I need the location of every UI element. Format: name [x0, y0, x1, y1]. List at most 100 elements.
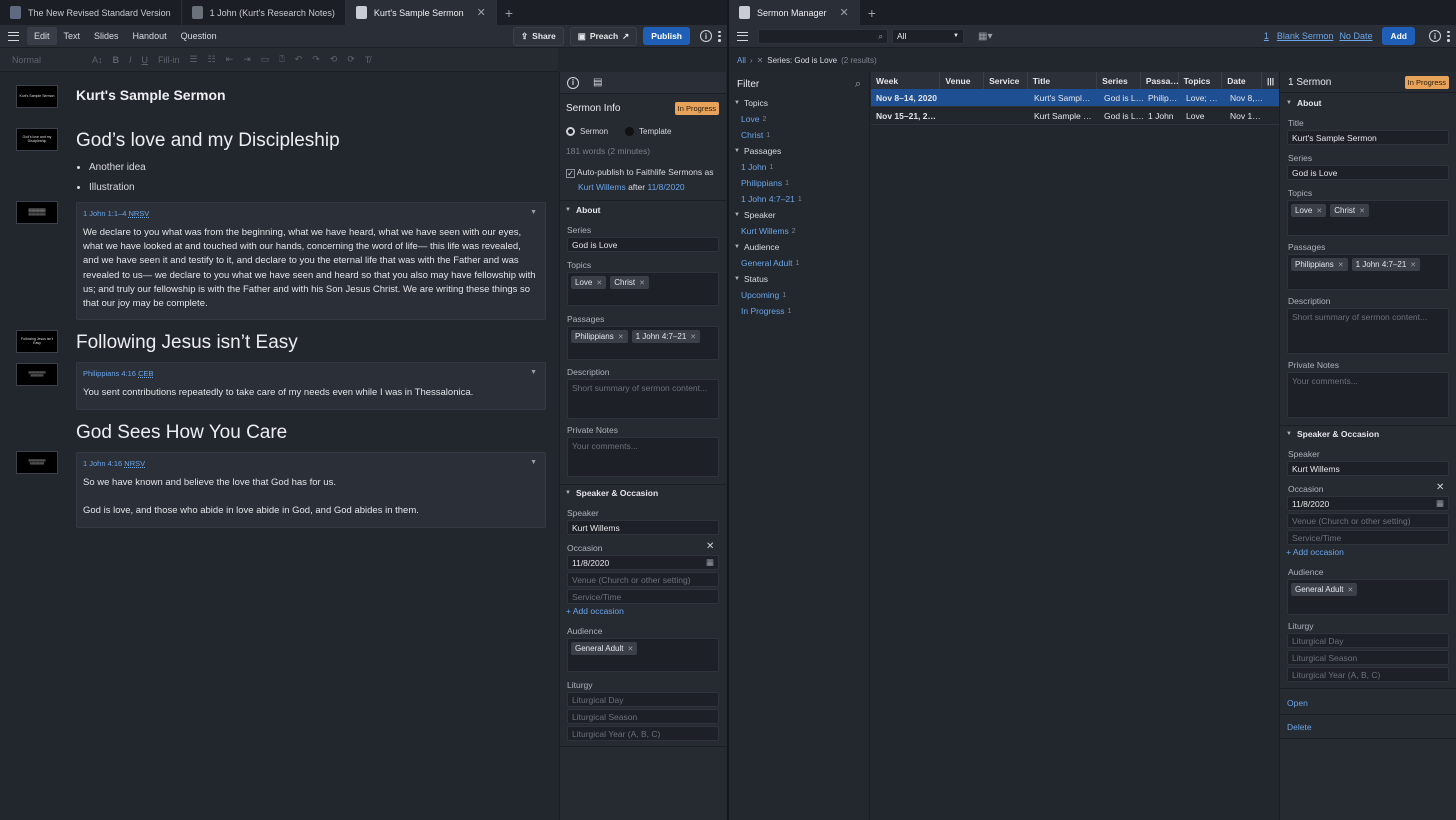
- search-input[interactable]: ⌕: [758, 28, 888, 44]
- venue-field[interactable]: Venue (Church or other setting): [1287, 513, 1449, 528]
- remove-icon[interactable]: ✕: [627, 645, 633, 653]
- breadcrumb-all[interactable]: All: [737, 56, 746, 65]
- filter-item[interactable]: Philippians 1: [729, 175, 869, 191]
- preach-button[interactable]: ▣ Preach ↗: [569, 26, 638, 46]
- scripture-reference[interactable]: Philippians 4:16 CEB: [83, 369, 539, 378]
- scripture-block[interactable]: Philippians 4:16 CEB ▼ You sent contribu…: [76, 362, 546, 410]
- open-link[interactable]: Open: [1287, 698, 1308, 708]
- slide-thumb[interactable]: God's love and my Discipleship: [16, 128, 58, 151]
- font-size-icon[interactable]: A↕: [92, 55, 103, 65]
- repeat-icon[interactable]: ⟲: [330, 54, 338, 65]
- no-date-link[interactable]: No Date: [1339, 31, 1372, 41]
- column-header[interactable]: Topics: [1179, 72, 1223, 89]
- filter-item[interactable]: In Progress 1: [729, 303, 869, 319]
- fillin-button[interactable]: Fill-in: [158, 55, 180, 65]
- bullet-list-icon[interactable]: ☰: [190, 54, 198, 65]
- speaker-field[interactable]: Kurt Willems: [1287, 461, 1449, 476]
- italic-icon[interactable]: I: [129, 55, 132, 65]
- radio-template[interactable]: [625, 127, 635, 136]
- calendar-icon[interactable]: ▦: [1436, 498, 1444, 509]
- liturgical-year-field[interactable]: Liturgical Year (A, B, C): [567, 726, 719, 741]
- scripture-block[interactable]: 1 John 1:1–4 NRSV ▼ We declare to you wh…: [76, 202, 546, 321]
- column-header[interactable]: Date: [1222, 72, 1262, 89]
- columns-icon[interactable]: |||: [1262, 72, 1279, 89]
- publish-date-link[interactable]: 11/8/2020: [647, 182, 684, 192]
- slide-thumb[interactable]: Following Jesus isn't Easy: [16, 330, 58, 353]
- count-link[interactable]: 1: [1264, 31, 1269, 41]
- remove-icon[interactable]: ✕: [690, 333, 696, 341]
- about-section-toggle[interactable]: ▼ About: [1286, 98, 1322, 108]
- column-header[interactable]: Venue: [940, 72, 985, 89]
- list-item[interactable]: Illustration: [89, 178, 146, 198]
- view-options-icon[interactable]: ▦▾: [978, 31, 992, 42]
- filter-group-header[interactable]: ▼ Speaker: [729, 207, 869, 223]
- paragraph-style-select[interactable]: Normal: [12, 55, 82, 65]
- occasion-date-field[interactable]: 11/8/2020 ▦: [567, 555, 719, 570]
- more-options-icon[interactable]: [1447, 30, 1450, 42]
- service-time-field[interactable]: Service/Time: [567, 589, 719, 604]
- remove-icon[interactable]: ✕: [1338, 261, 1344, 269]
- calendar-icon[interactable]: ▦: [706, 557, 714, 568]
- venue-field[interactable]: Venue (Church or other setting): [567, 572, 719, 587]
- heading[interactable]: Following Jesus isn’t Easy: [76, 332, 298, 354]
- underline-icon[interactable]: U: [142, 55, 149, 65]
- hamburger-menu-icon[interactable]: [8, 31, 19, 41]
- filter-group-header[interactable]: ▼ Status: [729, 271, 869, 287]
- series-field[interactable]: God is Love: [1287, 165, 1449, 180]
- filter-item[interactable]: General Adult 1: [729, 255, 869, 271]
- about-section-toggle[interactable]: ▼ About: [565, 205, 601, 215]
- info-icon[interactable]: i: [567, 76, 579, 89]
- filter-item[interactable]: Love 2: [729, 111, 869, 127]
- new-tab-button[interactable]: +: [497, 0, 521, 25]
- filter-group-header[interactable]: ▼ Passages: [729, 143, 869, 159]
- slide-thumb[interactable]: ▒▒▒▒▒▒▒▒▒▒▒▒ ▒▒▒▒▒▒▒▒▒: [16, 363, 58, 386]
- filter-select[interactable]: All ▼: [892, 28, 964, 44]
- more-options-icon[interactable]: [718, 30, 721, 42]
- chevron-down-icon[interactable]: ▼: [530, 369, 537, 376]
- publish-button[interactable]: Publish: [643, 27, 690, 45]
- chevron-down-icon[interactable]: ▼: [530, 459, 537, 466]
- scripture-reference[interactable]: 1 John 4:16 NRSV: [83, 459, 539, 468]
- close-icon[interactable]: ✕: [477, 6, 486, 19]
- search-icon[interactable]: ⌕: [855, 78, 861, 91]
- remove-icon[interactable]: ✕: [618, 333, 624, 341]
- heading[interactable]: God’s love and my Discipleship: [76, 130, 340, 152]
- slide-thumb[interactable]: ▒▒▒▒▒▒▒▒▒▒▒▒ ▒▒▒▒▒▒▒▒▒▒: [16, 451, 58, 474]
- add-button[interactable]: Add: [1382, 27, 1415, 45]
- tab-research-notes[interactable]: 1 John (Kurt's Research Notes): [182, 0, 346, 25]
- author-link[interactable]: Kurt Willems: [578, 182, 626, 192]
- tab-nrsv[interactable]: The New Revised Standard Version: [0, 0, 182, 25]
- box-icon[interactable]: ▭: [261, 54, 270, 65]
- hamburger-menu-icon[interactable]: [737, 31, 748, 41]
- liturgical-season-field[interactable]: Liturgical Season: [1287, 650, 1449, 665]
- status-badge[interactable]: In Progress: [674, 102, 719, 115]
- speaker-field[interactable]: Kurt Willems: [567, 520, 719, 535]
- bold-icon[interactable]: B: [113, 55, 120, 65]
- topics-field[interactable]: Love ✕ Christ ✕: [1287, 200, 1449, 236]
- mode-edit[interactable]: Edit: [27, 27, 57, 45]
- share-slide-icon[interactable]: ⟳: [347, 54, 355, 65]
- filter-item[interactable]: Kurt Willems 2: [729, 223, 869, 239]
- speaker-section-toggle[interactable]: ▼ Speaker & Occasion: [1286, 429, 1379, 439]
- outdent-icon[interactable]: ⇤: [226, 54, 234, 65]
- info-icon[interactable]: i: [700, 30, 712, 42]
- filter-group-header[interactable]: ▼ Topics: [729, 95, 869, 111]
- table-row[interactable]: Nov 8–14, 2020 Kurt's Sampl… God is L… Phil…: [871, 89, 1279, 107]
- slides-panel-icon[interactable]: ▤: [593, 77, 602, 88]
- clear-format-icon[interactable]: T̸: [365, 55, 371, 65]
- mode-text[interactable]: Text: [57, 27, 88, 45]
- liturgical-day-field[interactable]: Liturgical Day: [1287, 633, 1449, 648]
- remove-icon[interactable]: ✕: [1316, 207, 1322, 215]
- private-notes-field[interactable]: Your comments...: [1287, 372, 1449, 418]
- liturgical-day-field[interactable]: Liturgical Day: [567, 692, 719, 707]
- mode-handout[interactable]: Handout: [126, 27, 174, 45]
- scripture-reference[interactable]: 1 John 1:1–4 NRSV: [83, 209, 539, 218]
- new-tab-button[interactable]: +: [860, 0, 884, 25]
- scripture-block[interactable]: 1 John 4:16 NRSV ▼ So we have known and …: [76, 452, 546, 528]
- remove-icon[interactable]: ✕: [596, 279, 602, 287]
- remove-filter-icon[interactable]: ✕: [757, 56, 764, 65]
- private-notes-field[interactable]: Your comments...: [567, 437, 719, 477]
- autopublish-checkbox[interactable]: ✓: [566, 169, 575, 178]
- tab-sermon-manager[interactable]: Sermon Manager ✕: [729, 0, 860, 25]
- sermon-title[interactable]: Kurt's Sample Sermon: [76, 87, 226, 103]
